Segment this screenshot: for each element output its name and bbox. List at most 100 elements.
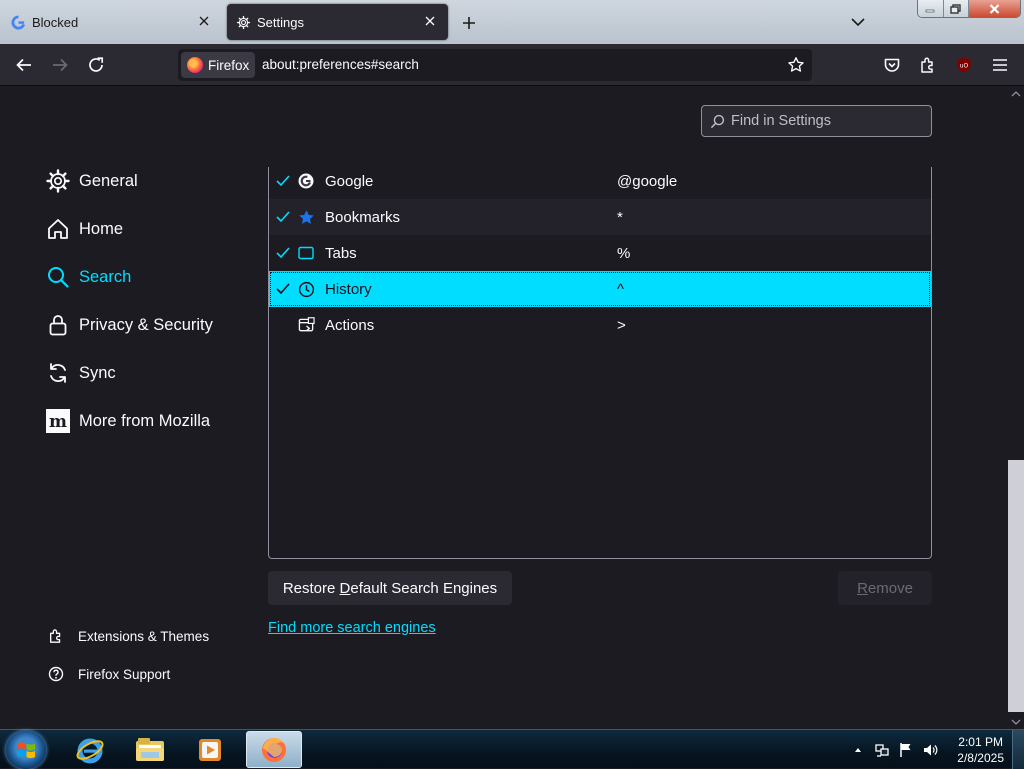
table-row[interactable]: Google @google: [269, 167, 931, 199]
shortcut-keyword[interactable]: ^: [617, 281, 624, 298]
show-hidden-icons-arrow-icon[interactable]: [849, 741, 867, 759]
restore-label-pre: Restore: [282, 579, 340, 597]
shortcut-keyword[interactable]: @google: [617, 173, 677, 190]
checkbox-checked[interactable]: [269, 283, 297, 295]
tab-title: Blocked: [32, 14, 79, 30]
search-shortcuts-table: Google @google Bookmarks * Tabs % Histor…: [268, 167, 932, 559]
mozilla-icon: m: [46, 409, 70, 433]
star-icon: [297, 208, 315, 226]
new-tab-button[interactable]: [458, 12, 480, 34]
pocket-icon[interactable]: [880, 53, 904, 77]
category-label: Sync: [79, 363, 116, 382]
scrollbar-thumb[interactable]: [1008, 460, 1024, 712]
category-general[interactable]: General: [46, 165, 138, 197]
windows-taskbar: 2:01 PM 2/8/2025: [0, 729, 1024, 769]
start-button[interactable]: [6, 731, 46, 769]
close-tab-icon[interactable]: [196, 13, 212, 29]
firefox-taskbar-button[interactable]: [246, 731, 302, 768]
firefox-support-link[interactable]: Firefox Support: [48, 663, 170, 685]
clock-time: 2:01 PM: [958, 734, 1003, 749]
find-in-settings-field[interactable]: [701, 105, 932, 137]
extensions-icon[interactable]: [916, 53, 940, 77]
back-button[interactable]: [12, 53, 36, 77]
tab-strip: Blocked Settings: [0, 0, 1024, 44]
show-desktop-button[interactable]: [1012, 730, 1024, 769]
ublock-origin-icon[interactable]: uO: [952, 53, 976, 77]
svg-text:uO: uO: [960, 63, 969, 70]
window-controls: [917, 0, 1021, 18]
category-sync[interactable]: Sync: [46, 357, 116, 389]
action-center-flag-icon[interactable]: [897, 741, 915, 759]
category-label: Search: [79, 267, 132, 286]
shortcut-keyword[interactable]: %: [617, 245, 630, 262]
shortcut-keyword[interactable]: *: [617, 209, 623, 226]
remove-button[interactable]: Remove: [838, 571, 932, 605]
media-player-icon[interactable]: [182, 731, 238, 768]
extensions-themes-link[interactable]: Extensions & Themes: [48, 625, 209, 647]
tab-blocked[interactable]: Blocked: [0, 4, 222, 40]
footer-link-label: Firefox Support: [78, 666, 171, 682]
category-label: Home: [79, 219, 124, 238]
table-row[interactable]: Tabs %: [269, 235, 931, 271]
url-bar[interactable]: Firefox about:preferences#search: [178, 49, 812, 81]
internet-explorer-icon[interactable]: [62, 731, 118, 768]
find-more-search-engines-link[interactable]: Find more search engines: [268, 620, 436, 636]
navigation-toolbar: Firefox about:preferences#search uO: [0, 44, 1024, 86]
table-row[interactable]: Bookmarks *: [269, 199, 931, 235]
volume-icon[interactable]: [921, 741, 939, 759]
restore-window-button[interactable]: [943, 0, 970, 17]
restore-default-search-engines-button[interactable]: Restore Default Search Engines: [268, 571, 512, 605]
checkbox-checked[interactable]: [269, 211, 297, 223]
bookmark-star-icon[interactable]: [786, 55, 806, 75]
find-in-settings-input[interactable]: [731, 113, 921, 129]
close-window-button[interactable]: [969, 0, 1020, 17]
minimize-button[interactable]: [918, 0, 944, 17]
remove-label-post: emove: [867, 579, 913, 597]
category-label: General: [79, 171, 138, 190]
table-row-selected[interactable]: History ^: [269, 271, 931, 307]
file-explorer-icon[interactable]: [122, 731, 178, 768]
google-icon: [10, 14, 26, 30]
category-label: More from Mozilla: [79, 411, 211, 430]
shortcut-keyword[interactable]: >: [617, 317, 626, 334]
gear-icon: [46, 169, 70, 193]
category-more-from-mozilla[interactable]: m More from Mozilla: [46, 405, 210, 437]
network-icon[interactable]: [873, 741, 891, 759]
gear-icon: [235, 14, 251, 30]
tab-settings[interactable]: Settings: [227, 4, 448, 40]
scroll-down-arrow-icon[interactable]: [1008, 715, 1024, 729]
svg-text:m: m: [49, 412, 67, 432]
table-row[interactable]: Actions >: [269, 307, 931, 343]
category-home[interactable]: Home: [46, 213, 123, 245]
search-icon: [46, 265, 70, 289]
shortcut-name: Tabs: [325, 244, 357, 262]
system-clock[interactable]: 2:01 PM 2/8/2025: [957, 734, 1004, 766]
identity-box[interactable]: Firefox: [181, 52, 255, 78]
identity-label: Firefox: [208, 57, 250, 73]
list-all-tabs-button[interactable]: [848, 12, 868, 32]
shortcut-name: History: [325, 280, 372, 298]
home-icon: [46, 217, 70, 241]
checkbox-checked[interactable]: [269, 175, 297, 187]
footer-link-label: Extensions & Themes: [78, 628, 210, 644]
reload-button[interactable]: [84, 53, 108, 77]
scroll-up-arrow-icon[interactable]: [1008, 87, 1024, 101]
category-privacy[interactable]: Privacy & Security: [46, 309, 213, 341]
url-text[interactable]: about:preferences#search: [262, 57, 419, 72]
forward-button[interactable]: [48, 53, 72, 77]
actions-icon: [297, 316, 315, 334]
shortcut-name: Google: [325, 172, 374, 190]
page-scrollbar[interactable]: [1008, 87, 1024, 729]
restore-label-post: efault Search Engines: [350, 579, 498, 597]
checkbox-checked[interactable]: [269, 247, 297, 259]
puzzle-icon: [48, 628, 64, 644]
clock-date: 2/8/2025: [957, 750, 1004, 765]
help-icon: [48, 666, 64, 682]
category-search[interactable]: Search: [46, 261, 131, 293]
google-icon: [297, 172, 315, 190]
shortcut-name: Actions: [325, 316, 375, 334]
firefox-logo-icon: [187, 57, 203, 73]
app-menu-icon[interactable]: [988, 53, 1012, 77]
close-tab-icon[interactable]: [422, 13, 438, 29]
shortcut-name: Bookmarks: [325, 208, 401, 226]
